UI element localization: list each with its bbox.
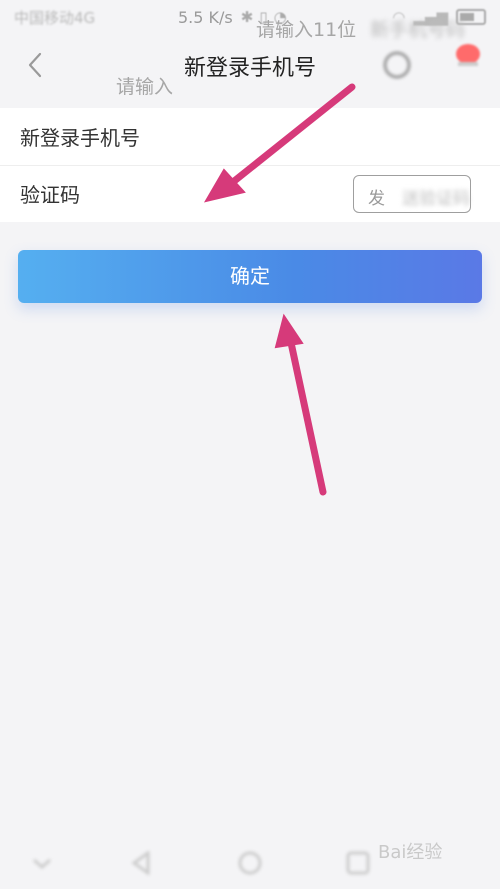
nav-bar: 新登录手机号 [0, 34, 500, 98]
notification-icon[interactable] [452, 42, 484, 70]
confirm-button[interactable]: 确定 [18, 250, 482, 303]
collapse-icon[interactable] [28, 851, 56, 875]
send-code-label: 发 [368, 189, 385, 209]
phone-label: 新登录手机号 [20, 126, 140, 150]
recents-nav-icon[interactable] [344, 851, 372, 875]
code-input[interactable]: 请输入 [116, 72, 173, 99]
bluetooth-icon: ✱ [240, 8, 254, 26]
send-code-button[interactable]: 发 送验证码 [353, 175, 471, 213]
phone-input[interactable]: 请输入11位 [256, 15, 356, 42]
send-code-label-tail: 送验证码 [402, 189, 470, 209]
network-speed: 5.5 K/s [178, 7, 233, 27]
carrier-label: 中国移动4G [14, 8, 96, 27]
home-nav-icon[interactable] [236, 851, 264, 875]
phone-input-tail: 新手机号码 [370, 19, 466, 41]
watermark: Bai经验 [378, 842, 443, 863]
phone-row: 新登录手机号 [0, 108, 500, 166]
headset-icon[interactable] [380, 48, 414, 82]
page-title: 新登录手机号 [183, 56, 316, 81]
code-label: 验证码 [20, 183, 80, 207]
annotation-arrow-2 [274, 313, 327, 496]
back-nav-icon[interactable] [128, 851, 156, 875]
